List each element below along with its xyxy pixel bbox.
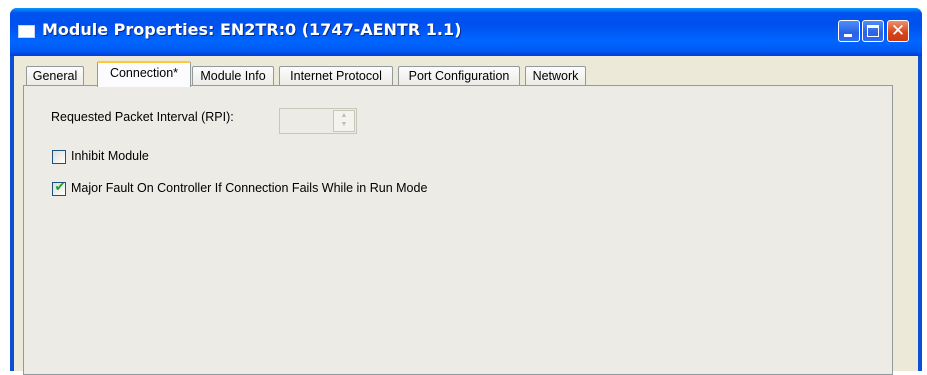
rpi-spinner: ▲ ▼	[279, 108, 357, 134]
maximize-icon	[867, 25, 879, 37]
tab-internet-protocol[interactable]: Internet Protocol	[279, 66, 393, 85]
rpi-label: Requested Packet Interval (RPI):	[51, 110, 234, 124]
close-icon: ✕	[890, 21, 906, 41]
checkmark-icon: ✔	[54, 180, 66, 195]
connection-panel: Requested Packet Interval (RPI): ▲ ▼ Inh…	[23, 85, 893, 375]
tab-connection[interactable]: Connection*	[97, 61, 191, 87]
window-icon	[18, 25, 35, 38]
tab-module-info[interactable]: Module Info	[192, 66, 274, 85]
tab-general[interactable]: General	[26, 66, 84, 85]
window-title: Module Properties: EN2TR:0 (1747-AENTR 1…	[42, 20, 462, 39]
tab-port-configuration[interactable]: Port Configuration	[398, 66, 520, 85]
rpi-spin-buttons: ▲ ▼	[333, 110, 355, 132]
minimize-button[interactable]	[838, 20, 860, 42]
spin-down-icon: ▼	[340, 121, 348, 128]
maximize-button[interactable]	[862, 20, 884, 42]
inhibit-module-checkbox[interactable]	[52, 150, 66, 164]
major-fault-label: Major Fault On Controller If Connection …	[71, 181, 428, 195]
major-fault-checkbox[interactable]: ✔	[52, 180, 66, 196]
close-button[interactable]: ✕	[887, 20, 909, 42]
tab-network[interactable]: Network	[525, 66, 586, 85]
inhibit-module-label: Inhibit Module	[71, 149, 149, 163]
minimize-icon	[844, 34, 852, 37]
spin-up-icon: ▲	[340, 112, 348, 119]
title-bar[interactable]: Module Properties: EN2TR:0 (1747-AENTR 1…	[10, 8, 922, 56]
